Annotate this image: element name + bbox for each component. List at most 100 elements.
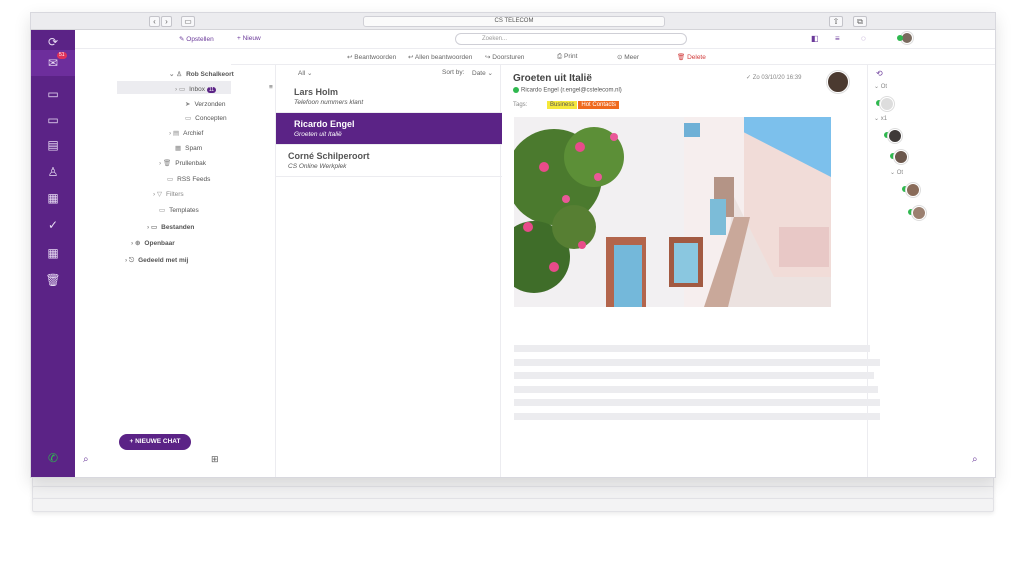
sidebar-toggle-icon[interactable]: ▭ (181, 16, 195, 27)
trash-icon[interactable]: 🗑 (43, 272, 63, 288)
folder-files[interactable]: › ▭ Bestanden (147, 223, 194, 231)
text-placeholder-line (514, 345, 870, 352)
address-text: CS TELECOM (494, 18, 534, 24)
contact-avatar[interactable] (906, 183, 920, 197)
chat-icon[interactable]: ▭ (43, 86, 63, 102)
folder-inbox[interactable]: › ▭ Inbox 11 (175, 85, 217, 94)
text-placeholder-line (514, 386, 878, 393)
search-input[interactable]: Zoeken... (455, 33, 687, 45)
folder-templates[interactable]: ▭ Templates (159, 206, 199, 214)
reply-button[interactable]: ↩ Beantwoorden (347, 53, 396, 61)
sort-icon[interactable]: ≡ (835, 34, 840, 43)
tasks-icon[interactable]: ✓ (43, 217, 63, 233)
text-placeholder-line (514, 372, 874, 379)
new-chat-label: NIEUWE CHAT (135, 438, 181, 445)
sent-label: Verzonden (194, 101, 226, 108)
contact-group-label[interactable]: ⌄ Ot (890, 169, 903, 176)
group-name: Ot (896, 170, 904, 176)
message-preview: Groeten uit Italië (294, 131, 342, 138)
bell-icon[interactable]: ◌ (861, 34, 866, 43)
account-folder[interactable]: ⌄ ♙ Rob Schalkeort (169, 70, 234, 78)
tag-business[interactable]: Business (547, 101, 578, 109)
folder-tree: ⌄ ♙ Rob Schalkeort › ▭ Inbox 11 ≡ ➤ Verzond… (75, 65, 273, 477)
sender-status-dot (513, 87, 519, 93)
templates-label: Templates (169, 207, 199, 214)
message-preview: Telefoon nummers klant (294, 99, 364, 106)
reply-label: Beantwoorden (354, 54, 397, 61)
contact-avatar[interactable] (888, 129, 902, 143)
compose-button[interactable]: ✎ Opstellen (179, 35, 214, 43)
sender-avatar[interactable] (827, 71, 849, 93)
filter-value: All (298, 70, 306, 77)
sort-dropdown[interactable]: Date ⌄ (472, 69, 493, 77)
tabs-icon[interactable]: ⧉ (853, 16, 867, 27)
text-placeholder-line (514, 413, 880, 420)
message-row[interactable]: Lars Holm Telefoon nummers klant (276, 81, 502, 113)
message-sender: Lars Holm (294, 87, 339, 97)
folder-sent[interactable]: ➤ Verzonden (185, 100, 226, 108)
search-icon[interactable]: ⌕ (83, 454, 89, 465)
message-date: ✓ Zo 03/10/20 16:39 (746, 75, 802, 81)
folder-spam[interactable]: ▦ Spam (175, 144, 202, 152)
santorini-image (514, 117, 831, 307)
more-button[interactable]: ⊙ Meer (617, 53, 639, 61)
folder-archive[interactable]: › ▤ Archief (169, 129, 203, 137)
new-button[interactable]: + Nieuw (237, 35, 261, 42)
public-label: Openbaar (144, 240, 175, 247)
folder-menu-icon[interactable]: ≡ (269, 84, 273, 91)
contacts-icon[interactable]: ♙ (43, 164, 63, 180)
message-subject: Groeten uit Italië (513, 73, 592, 84)
print-label: Print (564, 53, 578, 60)
forward-button[interactable]: › (161, 16, 172, 27)
refresh-icon[interactable]: ⟳ (43, 34, 63, 50)
new-chat-button[interactable]: + NIEUWE CHAT (119, 434, 191, 450)
message-from: Ricardo Engel (r.engel@cstelecom.nl) (513, 87, 622, 94)
word-icon[interactable]: ▦ (43, 190, 63, 206)
tags-label: Tags: (513, 102, 528, 108)
message-list: All ⌄ Sort by: Date ⌄ Lars Holm Telefoon… (275, 65, 502, 477)
contact-group-label[interactable]: ⌄ Ot (874, 83, 887, 90)
sort-label: Sort by: (442, 69, 465, 76)
sort-value: Date (472, 70, 486, 77)
message-preview: CS Online Werkplek (288, 163, 347, 170)
folder-trash[interactable]: › 🗑 Prullenbak (159, 159, 206, 167)
delete-button[interactable]: 🗑 Delete (677, 53, 706, 61)
contact-avatar[interactable] (894, 150, 908, 164)
action-toolbar: ↩ Beantwoorden ↩ Allen beantwoorden ↪ Do… (231, 49, 995, 65)
folder-filters[interactable]: › ▽ Filters (153, 190, 184, 198)
video-icon[interactable]: ▭ (43, 112, 63, 128)
reading-pane: Groeten uit Italië Ricardo Engel (r.enge… (501, 65, 880, 477)
refresh-contacts-icon[interactable]: ⟲ (876, 69, 883, 78)
print-button[interactable]: ⎙ Print (557, 53, 577, 61)
folder-rss[interactable]: ▭ RSS Feeds (167, 175, 210, 183)
message-row-selected[interactable]: Ricardo Engel Groeten uit Italië (276, 113, 502, 145)
contact-avatar[interactable] (912, 206, 926, 220)
contact-group-label[interactable]: ⌄ x1 (874, 115, 887, 122)
back-button[interactable]: ‹ (149, 16, 160, 27)
window-stack-layer (32, 498, 994, 512)
folder-drafts[interactable]: ▭ Concepten (185, 114, 227, 122)
layout-icon[interactable]: ◧ (811, 34, 819, 43)
tags-row: Tags: Business Hot Contacts (513, 101, 620, 109)
notes-icon[interactable]: ▤ (43, 137, 63, 153)
date-text: Zo 03/10/20 16:39 (752, 75, 802, 81)
share-icon[interactable]: ⇧ (829, 16, 843, 27)
group-name: x1 (880, 116, 888, 122)
forward-label: Doorsturen (492, 54, 525, 61)
compose-label: Opstellen (186, 36, 214, 43)
folder-public[interactable]: › ⊕ Openbaar (131, 239, 175, 247)
address-bar[interactable]: CS TELECOM (363, 16, 665, 27)
trash-label: Prullenbak (175, 160, 206, 167)
tag-hot-contacts[interactable]: Hot Contacts (578, 101, 620, 109)
files-label: Bestanden (161, 224, 195, 231)
message-row[interactable]: Corné Schilperoort CS Online Werkplek (276, 145, 502, 177)
calendar-icon[interactable]: ▦ (43, 245, 63, 261)
forward-button[interactable]: ↪ Doorsturen (485, 53, 524, 61)
folder-shared[interactable]: › ⎋ Gedeeld met mij (125, 257, 188, 265)
sitemap-icon[interactable]: ⊞ (211, 454, 219, 465)
filter-dropdown[interactable]: All ⌄ (298, 69, 313, 77)
contact-search-icon[interactable]: ⌕ (972, 454, 978, 465)
reply-all-button[interactable]: ↩ Allen beantwoorden (408, 53, 472, 61)
phone-icon[interactable]: ✆ (43, 450, 63, 466)
contact-avatar[interactable] (880, 97, 894, 111)
